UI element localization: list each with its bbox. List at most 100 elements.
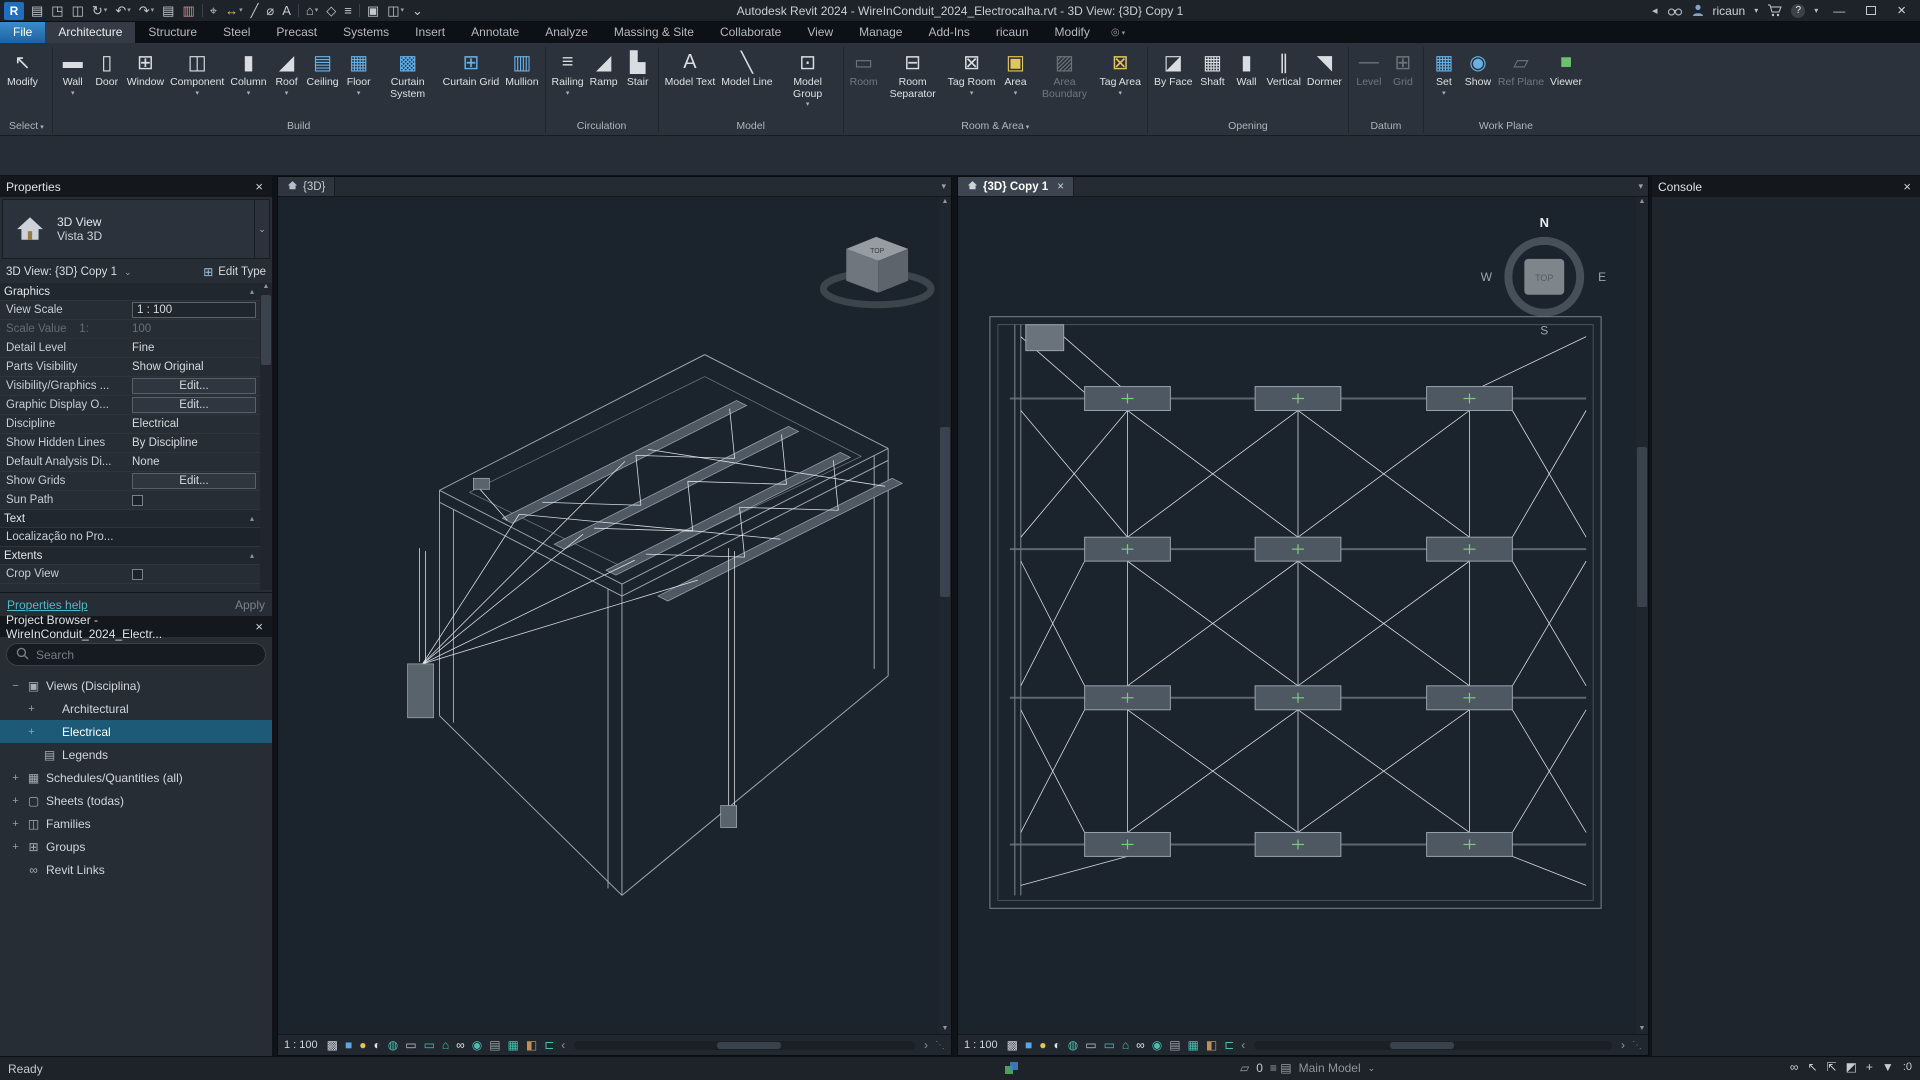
browser-item-schedules-quantities-all[interactable]: +▦Schedules/Quantities (all) [0,766,272,789]
text-icon[interactable]: A [278,0,295,22]
design-option-dropdown-icon[interactable]: ⌄ [1368,1064,1376,1073]
ribbon-button-vertical[interactable]: ∥Vertical [1263,45,1303,89]
group-label-room-area[interactable]: Room & Area▾ [847,120,1144,135]
property-value[interactable]: Electrical [132,418,179,430]
ribbon-tab-precast[interactable]: Precast [263,22,330,43]
horizontal-scrollbar[interactable] [574,1041,915,1050]
select-links-toggle-icon[interactable]: ∞ [1790,1061,1799,1073]
ribbon-tab-manage[interactable]: Manage [846,22,915,43]
tab-list-dropdown-icon[interactable]: ▾ [1633,177,1648,196]
show-crop-region-icon[interactable]: ▭ [424,1039,435,1051]
print-icon[interactable]: ▤ [158,0,178,22]
group-label-model[interactable]: Model [662,120,840,135]
close-tab-icon[interactable]: × [1057,181,1064,193]
shadows-icon[interactable]: ◐ [1053,1039,1060,1051]
expand-icon[interactable]: + [26,703,37,715]
browser-item-families[interactable]: +◫Families [0,812,272,835]
ribbon-tab-modify[interactable]: Modify [1042,22,1103,43]
ribbon-button-component[interactable]: ◫Component▾ [167,45,227,98]
ribbon-button-stair[interactable]: ▙Stair [621,45,655,89]
ribbon-button-ceiling[interactable]: ▤Ceiling [304,45,342,89]
properties-help-link[interactable]: Properties help [7,598,88,612]
properties-section-extents[interactable]: Extents▴ [0,547,260,565]
group-label-select[interactable]: Select▾ [4,120,49,135]
user-dropdown-icon[interactable]: ▾ [1754,6,1758,15]
ribbon-button-door[interactable]: ▯Door [90,45,124,89]
close-icon[interactable]: × [252,620,266,633]
browser-item-architectural[interactable]: +Architectural [0,697,272,720]
reveal-constraints-icon[interactable]: ⊏ [544,1039,554,1051]
view-scale-button[interactable]: 1 : 100 [964,1039,1000,1051]
help-dropdown-icon[interactable]: ▾ [1814,6,1818,15]
browser-item-electrical[interactable]: +Electrical [0,720,272,743]
worksets-icon[interactable] [1004,1061,1019,1079]
rendering-dialog-icon[interactable]: ◍ [388,1039,398,1051]
ribbon-button-tag-area[interactable]: ⊠Tag Area▾ [1097,45,1144,98]
ribbon-button-by-face[interactable]: ◪By Face [1151,45,1196,89]
property-value[interactable]: Show Original [132,361,204,373]
scroll-right-icon[interactable]: › [1621,1038,1625,1052]
type-selector[interactable]: 3D View Vista 3D ⌄ [2,199,270,259]
horizontal-scrollbar[interactable] [1254,1041,1612,1050]
browser-item-legends[interactable]: ▤Legends [0,743,272,766]
collapse-icon[interactable]: − [10,680,21,692]
viewcube[interactable]: TOP [823,237,931,305]
drawing-area-3d[interactable]: TOP [278,197,939,1034]
ribbon-button-curtain-system[interactable]: ▩Curtain System [376,45,440,100]
detail-level-icon[interactable]: ▩ [327,1039,338,1051]
ribbon-tab-annotate[interactable]: Annotate [458,22,532,43]
view-scale-button[interactable]: 1 : 100 [284,1039,320,1051]
analytical-model-icon[interactable]: ◧ [526,1039,537,1051]
reveal-constraints-icon[interactable]: ⊏ [1224,1039,1234,1051]
drawing-area-plan[interactable]: TOPNWES [958,197,1636,1034]
open-icon[interactable]: ◳ [47,0,67,22]
temporary-view-properties-icon[interactable]: ▦ [1188,1039,1199,1051]
default-3d-view-icon[interactable]: ⌂▾ [302,0,322,22]
ribbon-button-railing[interactable]: ≡Railing▾ [549,45,587,98]
close-inactive-views-icon[interactable]: ▣ [363,0,383,22]
rendering-dialog-icon[interactable]: ◍ [1068,1039,1078,1051]
ribbon-button-viewer[interactable]: ■Viewer [1547,45,1585,89]
console-header[interactable]: Console × [1652,176,1920,197]
edit-button[interactable]: Edit... [132,397,256,413]
ribbon-tab-analyze[interactable]: Analyze [532,22,601,43]
worksharing-display-icon[interactable]: ▤ [1169,1039,1180,1051]
ribbon-button-tag-room[interactable]: ⊠Tag Room▾ [945,45,999,98]
browser-item-groups[interactable]: +⊞Groups [0,835,272,858]
ribbon-button-modify[interactable]: ↖Modify [4,45,41,89]
ribbon-button-column[interactable]: ▮Column▾ [227,45,269,98]
worksharing-display-icon[interactable]: ▤ [489,1039,500,1051]
edit-type-button[interactable]: Edit Type [218,266,266,278]
ribbon-tab-ricaun[interactable]: ricaun [983,22,1042,43]
select-pinned-toggle-icon[interactable]: ⇱ [1827,1061,1837,1073]
close-button[interactable]: × [1891,2,1912,19]
expand-icon[interactable]: + [10,772,21,784]
vertical-scrollbar[interactable]: ▲ ▼ [1636,197,1648,1034]
checkbox[interactable] [132,569,143,580]
temporary-view-properties-icon[interactable]: ▦ [508,1039,519,1051]
switch-windows-icon[interactable]: ◫▾ [383,0,408,22]
ribbon-button-show[interactable]: ◉Show [1461,45,1495,89]
user-name[interactable]: ricaun [1713,4,1746,18]
section-icon[interactable]: ◇ [322,0,340,22]
restore-button[interactable] [1866,6,1876,15]
edit-button[interactable]: Edit... [132,378,256,394]
property-value[interactable]: Fine [132,342,154,354]
ribbon-tab-architecture[interactable]: Architecture [45,22,135,43]
scroll-left-icon[interactable]: ‹ [1241,1038,1245,1052]
sun-path-icon[interactable]: ● [359,1039,366,1051]
ribbon-button-roof[interactable]: ◢Roof▾ [270,45,304,98]
ribbon-button-set[interactable]: ▦Set▾ [1427,45,1461,98]
property-value[interactable]: None [132,456,160,468]
ribbon-button-floor[interactable]: ▦Floor▾ [342,45,376,98]
ribbon-button-wall[interactable]: ▮Wall [1229,45,1263,89]
browser-item-revit-links[interactable]: ∞Revit Links [0,858,272,881]
ribbon-tab-steel[interactable]: Steel [210,22,263,43]
ribbon-tab-add-ins[interactable]: Add-Ins [915,22,982,43]
browser-item-views-disciplina[interactable]: −▣Views (Disciplina) [0,674,272,697]
ribbon-tab-systems[interactable]: Systems [330,22,402,43]
sun-path-icon[interactable]: ● [1039,1039,1046,1051]
ribbon-button-curtain-grid[interactable]: ⊞Curtain Grid [440,45,503,89]
select-by-face-toggle-icon[interactable]: ◩ [1846,1061,1857,1073]
thin-lines-icon[interactable]: ≡ [340,0,356,22]
